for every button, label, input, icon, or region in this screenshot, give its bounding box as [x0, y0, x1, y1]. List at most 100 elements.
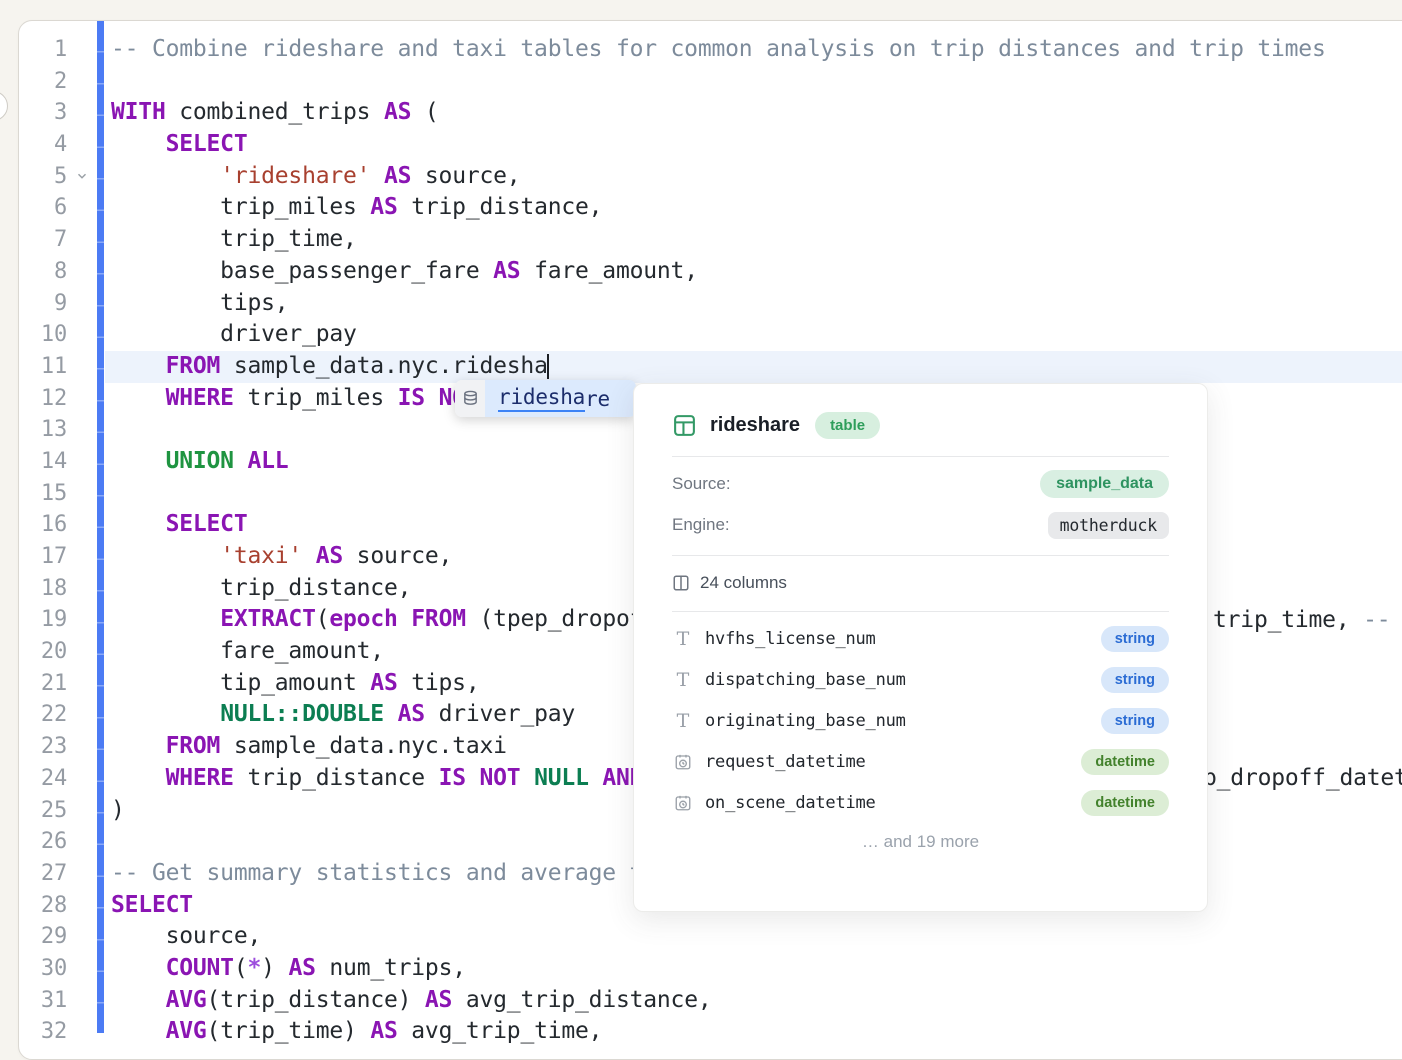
code-line-5[interactable]: 5 'rideshare' AS source,: [19, 161, 1402, 193]
code-line-10[interactable]: 10 driver_pay: [19, 319, 1402, 351]
line-number: 18: [19, 573, 67, 605]
code-text: WHERE trip_distance IS NOT NULL AND: [111, 763, 643, 795]
code-line-8[interactable]: 8 base_passenger_fare AS fare_amount,: [19, 256, 1402, 288]
code-fragment-line-19: trip_time, --: [1213, 605, 1390, 637]
code-line-3[interactable]: 3 WITH combined_trips AS (: [19, 97, 1402, 129]
popup-header: rideshare table: [672, 411, 1169, 439]
column-type-badge: string: [1101, 708, 1169, 734]
code-line-9[interactable]: 9 tips,: [19, 288, 1402, 320]
code-line-1[interactable]: 1-- Combine rideshare and taxi tables fo…: [19, 34, 1402, 66]
columns-summary: 24 columns: [672, 569, 1169, 597]
code-line-11[interactable]: 11 FROM sample_data.nyc.ridesha: [19, 351, 1402, 383]
source-value-badge: sample_data: [1040, 470, 1169, 498]
datetime-type-icon: [674, 753, 692, 771]
source-row: Source: sample_data: [672, 469, 1169, 499]
code-line-32[interactable]: 32 AVG(trip_time) AS avg_trip_time,: [19, 1016, 1402, 1048]
code-line-30[interactable]: 30 COUNT(*) AS num_trips,: [19, 953, 1402, 985]
columns-icon: [672, 574, 690, 592]
autocomplete-popup: rideshare: [455, 380, 636, 417]
line-number: 28: [19, 890, 67, 922]
code-text: 'rideshare' AS source,: [111, 161, 520, 193]
database-icon: [455, 380, 485, 417]
line-number: 5: [19, 161, 67, 193]
code-text: 'taxi' AS source,: [111, 541, 452, 573]
column-row: request_datetime datetime: [672, 741, 1169, 782]
column-row: T dispatching_base_num string: [672, 659, 1169, 700]
line-number: 23: [19, 731, 67, 763]
code-text: NULL::DOUBLE AS driver_pay: [111, 699, 575, 731]
engine-label: Engine:: [672, 515, 730, 535]
code-text: AVG(trip_time) AS avg_trip_time,: [111, 1016, 602, 1048]
line-number: 19: [19, 604, 67, 636]
code-text: ): [111, 795, 125, 827]
divider: [672, 555, 1169, 556]
line-number: 2: [19, 66, 67, 98]
source-label: Source:: [672, 474, 731, 494]
column-type-badge: datetime: [1081, 790, 1169, 816]
code-text: driver_pay: [111, 319, 357, 351]
line-number: 20: [19, 636, 67, 668]
column-type-badge: datetime: [1081, 749, 1169, 775]
text-cursor: [547, 354, 549, 379]
code-text: tips,: [111, 288, 288, 320]
code-text: COUNT(*) AS num_trips,: [111, 953, 466, 985]
autocomplete-matched-text: ridesha: [498, 385, 585, 412]
autocomplete-rest-text: re: [585, 387, 610, 411]
code-text: SELECT: [111, 890, 193, 922]
code-text: FROM sample_data.nyc.taxi: [111, 731, 507, 763]
code-text: WITH combined_trips AS (: [111, 97, 439, 129]
code-text: trip_time,: [111, 224, 357, 256]
line-number: 4: [19, 129, 67, 161]
line-number: 12: [19, 383, 67, 415]
code-text: fare_amount,: [111, 636, 384, 668]
line-number: 27: [19, 858, 67, 890]
line-number: 10: [19, 319, 67, 351]
line-number: 15: [19, 478, 67, 510]
code-text: trip_miles AS trip_distance,: [111, 192, 602, 224]
column-name: hvfhs_license_num: [705, 629, 1101, 649]
column-name: on_scene_datetime: [705, 793, 1081, 813]
table-type-badge: table: [815, 412, 880, 439]
line-number: 13: [19, 414, 67, 446]
code-line-6[interactable]: 6 trip_miles AS trip_distance,: [19, 192, 1402, 224]
divider: [672, 611, 1169, 612]
code-text: FROM sample_data.nyc.ridesha: [111, 351, 548, 383]
line-number: 30: [19, 953, 67, 985]
text-type-icon: T: [677, 710, 690, 732]
table-name: rideshare: [710, 414, 800, 437]
code-text: AVG(trip_distance) AS avg_trip_distance,: [111, 985, 712, 1017]
table-icon: [672, 413, 697, 438]
code-text: SELECT: [111, 129, 247, 161]
column-type-badge: string: [1101, 626, 1169, 652]
code-line-31[interactable]: 31 AVG(trip_distance) AS avg_trip_distan…: [19, 985, 1402, 1017]
collapsed-sidebar-handle[interactable]: [0, 91, 8, 121]
table-info-popup: rideshare table Source: sample_data Engi…: [633, 383, 1208, 912]
code-text: UNION ALL: [111, 446, 288, 478]
code-line-29[interactable]: 29 source,: [19, 921, 1402, 953]
text-type-icon: T: [677, 628, 690, 650]
autocomplete-item-rideshare[interactable]: rideshare: [485, 380, 636, 417]
column-name: dispatching_base_num: [705, 670, 1101, 690]
column-row: on_scene_datetime datetime: [672, 782, 1169, 823]
column-name: originating_base_num: [705, 711, 1101, 731]
line-number: 9: [19, 288, 67, 320]
code-line-2[interactable]: 2: [19, 66, 1402, 98]
line-number: 26: [19, 826, 67, 858]
line-number: 11: [19, 351, 67, 383]
line-number: 32: [19, 1016, 67, 1048]
code-text: -- Combine rideshare and taxi tables for…: [111, 34, 1326, 66]
code-fragment-line-24: p_dropoff_datetime: [1203, 763, 1402, 795]
text-type-icon: T: [677, 669, 690, 691]
line-number: 7: [19, 224, 67, 256]
columns-summary-text: 24 columns: [700, 573, 787, 593]
engine-row: Engine: motherduck: [672, 510, 1169, 540]
code-text: source,: [111, 921, 261, 953]
chevron-down-icon[interactable]: [75, 105, 91, 121]
code-line-7[interactable]: 7 trip_time,: [19, 224, 1402, 256]
column-name: request_datetime: [705, 752, 1081, 772]
column-row: T hvfhs_license_num string: [672, 618, 1169, 659]
column-type-badge: string: [1101, 667, 1169, 693]
line-number: 17: [19, 541, 67, 573]
code-line-4[interactable]: 4 SELECT: [19, 129, 1402, 161]
line-number: 8: [19, 256, 67, 288]
